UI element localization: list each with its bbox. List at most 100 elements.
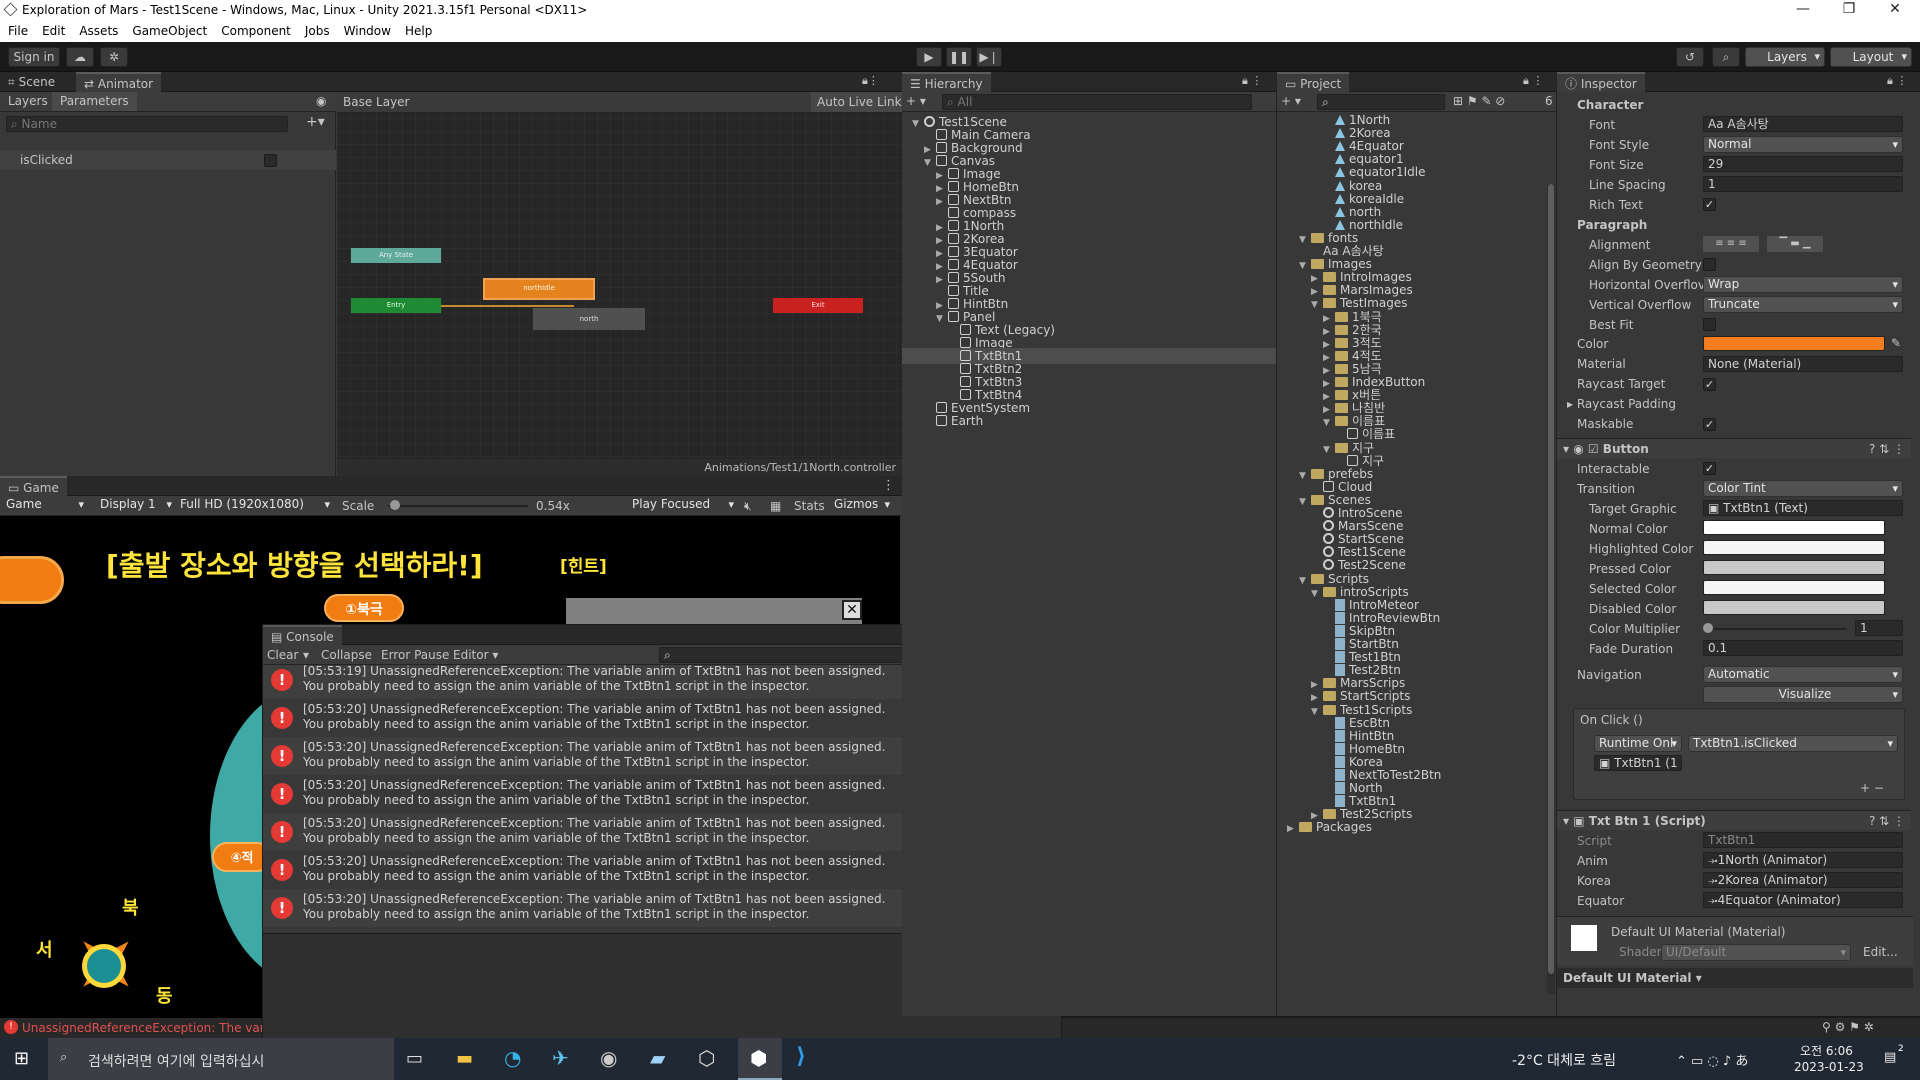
pause-button[interactable]: ❚❚ [946, 47, 972, 67]
notification-icon[interactable]: ▤ [1884, 1050, 1896, 1065]
hint-label[interactable]: [힌트] [560, 552, 607, 577]
visualize-button[interactable]: Visualize [1703, 686, 1903, 703]
state-entry[interactable]: Entry [351, 298, 441, 313]
menu-jobs[interactable]: Jobs [297, 22, 336, 38]
play-focused-dropdown[interactable]: Play Focused [628, 497, 738, 514]
console-log-entry[interactable]: ! [05:53:19] UnassignedReferenceException… [263, 665, 913, 699]
vertical-overflow-dropdown[interactable]: Truncate [1703, 296, 1903, 313]
inspector-lock-icon[interactable]: 🔒︎ ⋮ [1887, 74, 1907, 88]
error-pause-button[interactable]: Error Pause [381, 648, 449, 662]
resolution-dropdown[interactable]: Full HD (1920x1080) [176, 497, 334, 514]
tab-game[interactable]: ▭ Game [0, 476, 67, 496]
state-any[interactable]: Any State [351, 248, 441, 263]
runtime-dropdown[interactable]: Runtime Onl [1594, 735, 1682, 752]
animator-graph[interactable]: Base Layer Auto Live Link Any State Entr… [337, 92, 908, 476]
search-icon[interactable]: ⌕ [1712, 47, 1740, 67]
parameter-checkbox[interactable] [264, 154, 277, 167]
tab-parameters[interactable]: Parameters [52, 92, 137, 111]
onclick-object-field[interactable]: ▣ TxtBtn1 (1 [1594, 755, 1682, 771]
function-dropdown[interactable]: TxtBtn1.isClicked [1688, 735, 1898, 752]
footer-material-dropdown[interactable]: Default UI Material ▾ [1563, 971, 1702, 985]
hierarchy-search-input[interactable]: ⌕ All [942, 94, 1252, 110]
unity-editor-taskbar[interactable]: ⬢ [738, 1038, 782, 1080]
vscode-icon[interactable]: ⟩ [796, 1044, 806, 1069]
clear-button[interactable]: Clear [267, 648, 298, 662]
tab-scene[interactable]: ⌗ Scene [0, 72, 63, 92]
game-view-dropdown[interactable]: Game [2, 497, 88, 514]
clock-date[interactable]: 2023-01-23 [1794, 1060, 1864, 1074]
project-filter-icons[interactable]: ⊞ ⚑ ✎ ⊘ [1453, 94, 1505, 108]
layout-dropdown[interactable]: Layout [1830, 47, 1912, 67]
line-spacing-field[interactable]: 1 [1703, 176, 1903, 192]
maskable-checkbox[interactable]: ✓ [1703, 418, 1716, 431]
history-icon[interactable]: ↺ [1676, 47, 1704, 67]
parameter-search-input[interactable]: ⌕ Name [6, 116, 288, 132]
pressed-color-field[interactable] [1703, 560, 1885, 575]
button-component-header[interactable]: ▾ ◉ ☑ Button ? ⇅ ⋮ [1557, 438, 1911, 458]
taskbar-search-input[interactable]: 검색하려면 여기에 입력하십시 [88, 1051, 264, 1071]
console-log-entry[interactable]: ! [05:53:20] UnassignedReferenceException… [263, 813, 913, 851]
orange-button-left[interactable] [0, 556, 64, 604]
multiplier-slider[interactable] [1707, 628, 1847, 630]
highlighted-color-field[interactable] [1703, 540, 1885, 555]
rich-text-checkbox[interactable]: ✓ [1703, 198, 1716, 211]
shader-dropdown[interactable]: UI/Default [1661, 944, 1851, 961]
project-scroll-thumb[interactable] [1548, 184, 1554, 974]
eye-icon[interactable]: ◉ [316, 94, 326, 108]
console-log-entry[interactable]: ! [05:53:20] UnassignedReferenceException… [263, 775, 913, 813]
transition-dropdown[interactable]: Color Tint [1703, 480, 1903, 497]
expand-arrow[interactable]: ▶ [1287, 821, 1299, 837]
menu-file[interactable]: File [0, 22, 34, 38]
raycast-target-checkbox[interactable]: ✓ [1703, 378, 1716, 391]
clock-time[interactable]: 오전 6:06 [1800, 1042, 1853, 1059]
menu-component[interactable]: Component [213, 22, 297, 38]
normal-color-field[interactable] [1703, 520, 1885, 535]
add-parameter-icon[interactable]: +▾ [306, 114, 325, 130]
parameter-row[interactable]: isClicked [0, 150, 336, 170]
shader-edit-button[interactable]: Edit... [1863, 945, 1898, 959]
grid-icon[interactable]: ▦ [770, 499, 781, 513]
script-component-header[interactable]: ▾ ▣ Txt Btn 1 (Script) ? ⇅ ⋮ [1557, 810, 1911, 830]
korea-field[interactable]: ⤞2Korea (Animator) [1703, 872, 1903, 888]
material-field[interactable]: None (Material) [1703, 356, 1903, 372]
component-menu-icons[interactable]: ? ⇅ ⋮ [1869, 439, 1905, 459]
hierarchy-lock-icon[interactable]: 🔒︎ ⋮ [1242, 74, 1262, 88]
disabled-color-field[interactable] [1703, 600, 1885, 615]
console-log-entry[interactable]: ! [05:53:20] UnassignedReferenceException… [263, 889, 913, 927]
scale-slider[interactable] [388, 505, 528, 507]
selected-color-field[interactable] [1703, 580, 1885, 595]
app-notes-icon[interactable]: ▰ [650, 1046, 665, 1070]
interactable-checkbox[interactable]: ✓ [1703, 462, 1716, 475]
stats-button[interactable]: Stats [794, 499, 825, 513]
auto-live-link-button[interactable]: Auto Live Link [811, 92, 908, 112]
equator-field[interactable]: ⤞4Equator (Animator) [1703, 892, 1903, 908]
project-add-icon[interactable]: + ▾ [1281, 94, 1301, 108]
sign-in-button[interactable]: Sign in [8, 47, 60, 67]
tab-inspector[interactable]: ⓘ Inspector [1557, 72, 1645, 92]
layers-dropdown[interactable]: Layers [1745, 47, 1825, 67]
x-close-icon[interactable]: ✕ [842, 600, 862, 620]
unity-hub-icon[interactable]: ⬡ [698, 1046, 715, 1070]
console-log-entry[interactable]: ! [05:53:20] UnassignedReferenceException… [263, 737, 913, 775]
fade-duration-field[interactable]: 0.1 [1703, 640, 1903, 656]
game-menu-icon[interactable]: ⋮ [882, 478, 895, 493]
tab-animator[interactable]: ⇄ Animator [76, 72, 162, 92]
app-bird-icon[interactable]: ✈ [552, 1046, 569, 1070]
vertical-alignment-buttons[interactable]: ▔ ▬ ▁ [1767, 236, 1823, 252]
multiplier-slider-handle[interactable] [1703, 623, 1713, 633]
state-north[interactable]: north [533, 308, 645, 330]
windows-start-icon[interactable]: ⊞ [14, 1048, 29, 1069]
menu-assets[interactable]: Assets [71, 22, 124, 38]
system-tray-icons[interactable]: ⌃ ▭ ◌ ♪ あ [1676, 1050, 1748, 1069]
script-menu-icons[interactable]: ? ⇅ ⋮ [1869, 811, 1905, 831]
target-graphic-field[interactable]: ▣ TxtBtn1 (Text) [1703, 500, 1903, 516]
north-pole-button[interactable]: ①북극 [324, 594, 404, 622]
tab-layers[interactable]: Layers [0, 92, 56, 111]
minimize-icon[interactable]: — [1780, 1, 1826, 21]
taskbar-search[interactable]: ⌕ 검색하려면 여기에 입력하십시 [48, 1038, 394, 1080]
clear-dropdown-icon[interactable]: ▾ [303, 648, 309, 662]
navigation-dropdown[interactable]: Automatic [1703, 666, 1903, 683]
state-exit[interactable]: Exit [773, 298, 863, 313]
tab-console[interactable]: ▤ Console [263, 625, 342, 645]
project-item[interactable]: ▶ Packages [1277, 819, 1547, 835]
